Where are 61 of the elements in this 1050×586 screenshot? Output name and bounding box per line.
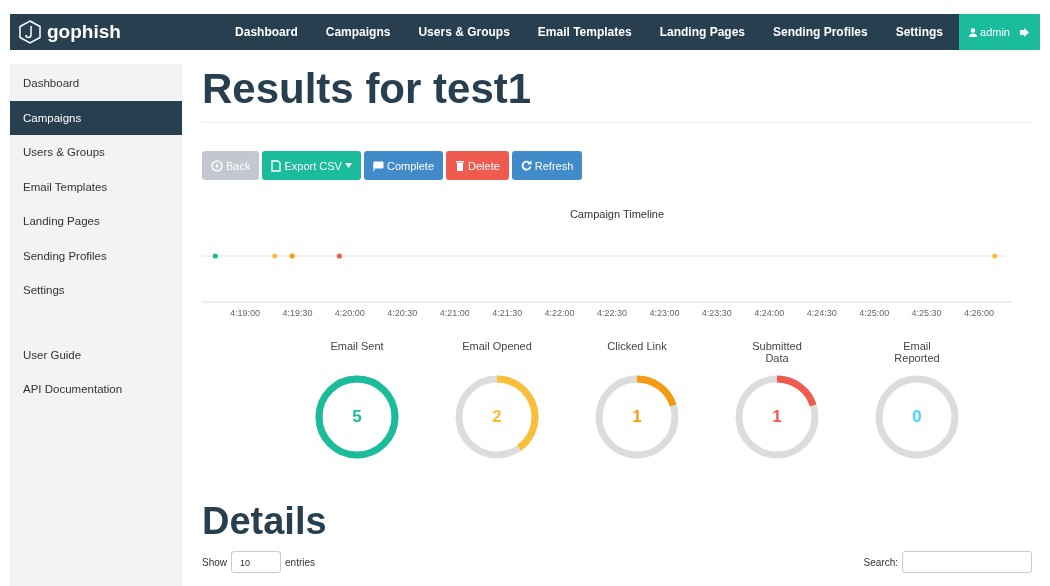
axis-label: 4:25:00 [859, 308, 890, 318]
stat-label: Clicked Link [606, 340, 668, 354]
nav-link[interactable]: Users & Groups [404, 25, 524, 39]
axis-label: 4:26:00 [964, 308, 994, 318]
nav-link[interactable]: Email Templates [523, 25, 646, 39]
hook-logo-icon [19, 20, 41, 44]
sidebar-item[interactable]: Landing Pages [10, 204, 182, 239]
nav-link[interactable]: Landing Pages [645, 25, 759, 39]
page-size-select[interactable]: 10 [231, 551, 281, 573]
file-icon [271, 159, 282, 172]
play-icon [211, 159, 223, 172]
stat-label: Submitted Data [751, 340, 803, 366]
sidebar-item[interactable]: Settings [10, 273, 182, 308]
sidebar-item[interactable]: Dashboard [10, 66, 182, 101]
stat-value: 1 [772, 407, 782, 427]
stat-label: Email Sent [329, 340, 385, 354]
search-field[interactable] [902, 551, 1032, 573]
axis-label: 4:20:00 [334, 308, 365, 318]
nav-link[interactable]: Dashboard [221, 25, 312, 39]
action-button[interactable]: Complete [363, 151, 443, 180]
trash-icon [455, 159, 465, 172]
user-name: admin [980, 26, 1010, 38]
axis-label: 4:25:30 [911, 308, 942, 318]
axis-label: 4:21:00 [439, 308, 470, 318]
sidebar-item[interactable]: Users & Groups [10, 135, 182, 170]
sidebar-item[interactable]: Sending Profiles [10, 238, 182, 273]
chart-title: Campaign Timeline [568, 208, 666, 220]
stat-value: 0 [912, 407, 922, 427]
stat-value: 1 [632, 407, 642, 427]
nav-link[interactable]: Campaigns [311, 25, 405, 39]
nav-link[interactable]: Sending Profiles [759, 25, 882, 39]
brand-name[interactable]: gophish [47, 21, 121, 43]
user-icon [969, 27, 978, 37]
show-label: Show [202, 556, 227, 568]
axis-label: 4:23:30 [701, 308, 732, 318]
axis-label: 4:19:30 [282, 308, 313, 318]
search-label: Search: [863, 556, 898, 568]
stat-label: Email Opened [461, 340, 533, 354]
entries-label: entries [285, 556, 316, 568]
refresh-icon [520, 160, 532, 171]
sidebar-item[interactable]: Campaigns [10, 100, 182, 135]
stat-value: 2 [492, 407, 502, 427]
caret-icon [344, 163, 352, 168]
axis-label: 4:20:30 [387, 308, 418, 318]
axis-label: 4:24:30 [806, 308, 837, 318]
axis-label: 4:23:00 [649, 308, 680, 318]
axis-label: 4:22:30 [597, 308, 627, 318]
sidebar-item[interactable]: Email Templates [10, 169, 182, 204]
axis-label: 4:22:00 [544, 308, 575, 318]
sidebar-link[interactable]: User Guide [10, 337, 182, 372]
section-title: Details [202, 500, 328, 543]
stat-label: Email Reported [893, 340, 941, 366]
axis-label: 4:19:00 [230, 308, 260, 318]
sidebar-link[interactable]: API Documentation [10, 372, 182, 407]
axis-label: 4:24:00 [754, 308, 785, 318]
logout-icon[interactable] [1020, 27, 1030, 37]
nav-link[interactable]: Settings [881, 25, 958, 39]
stat-value: 5 [352, 407, 362, 427]
page-title: Results for test1 [202, 64, 1032, 123]
axis-label: 4:21:30 [492, 308, 523, 318]
action-button[interactable]: Refresh [511, 151, 583, 180]
